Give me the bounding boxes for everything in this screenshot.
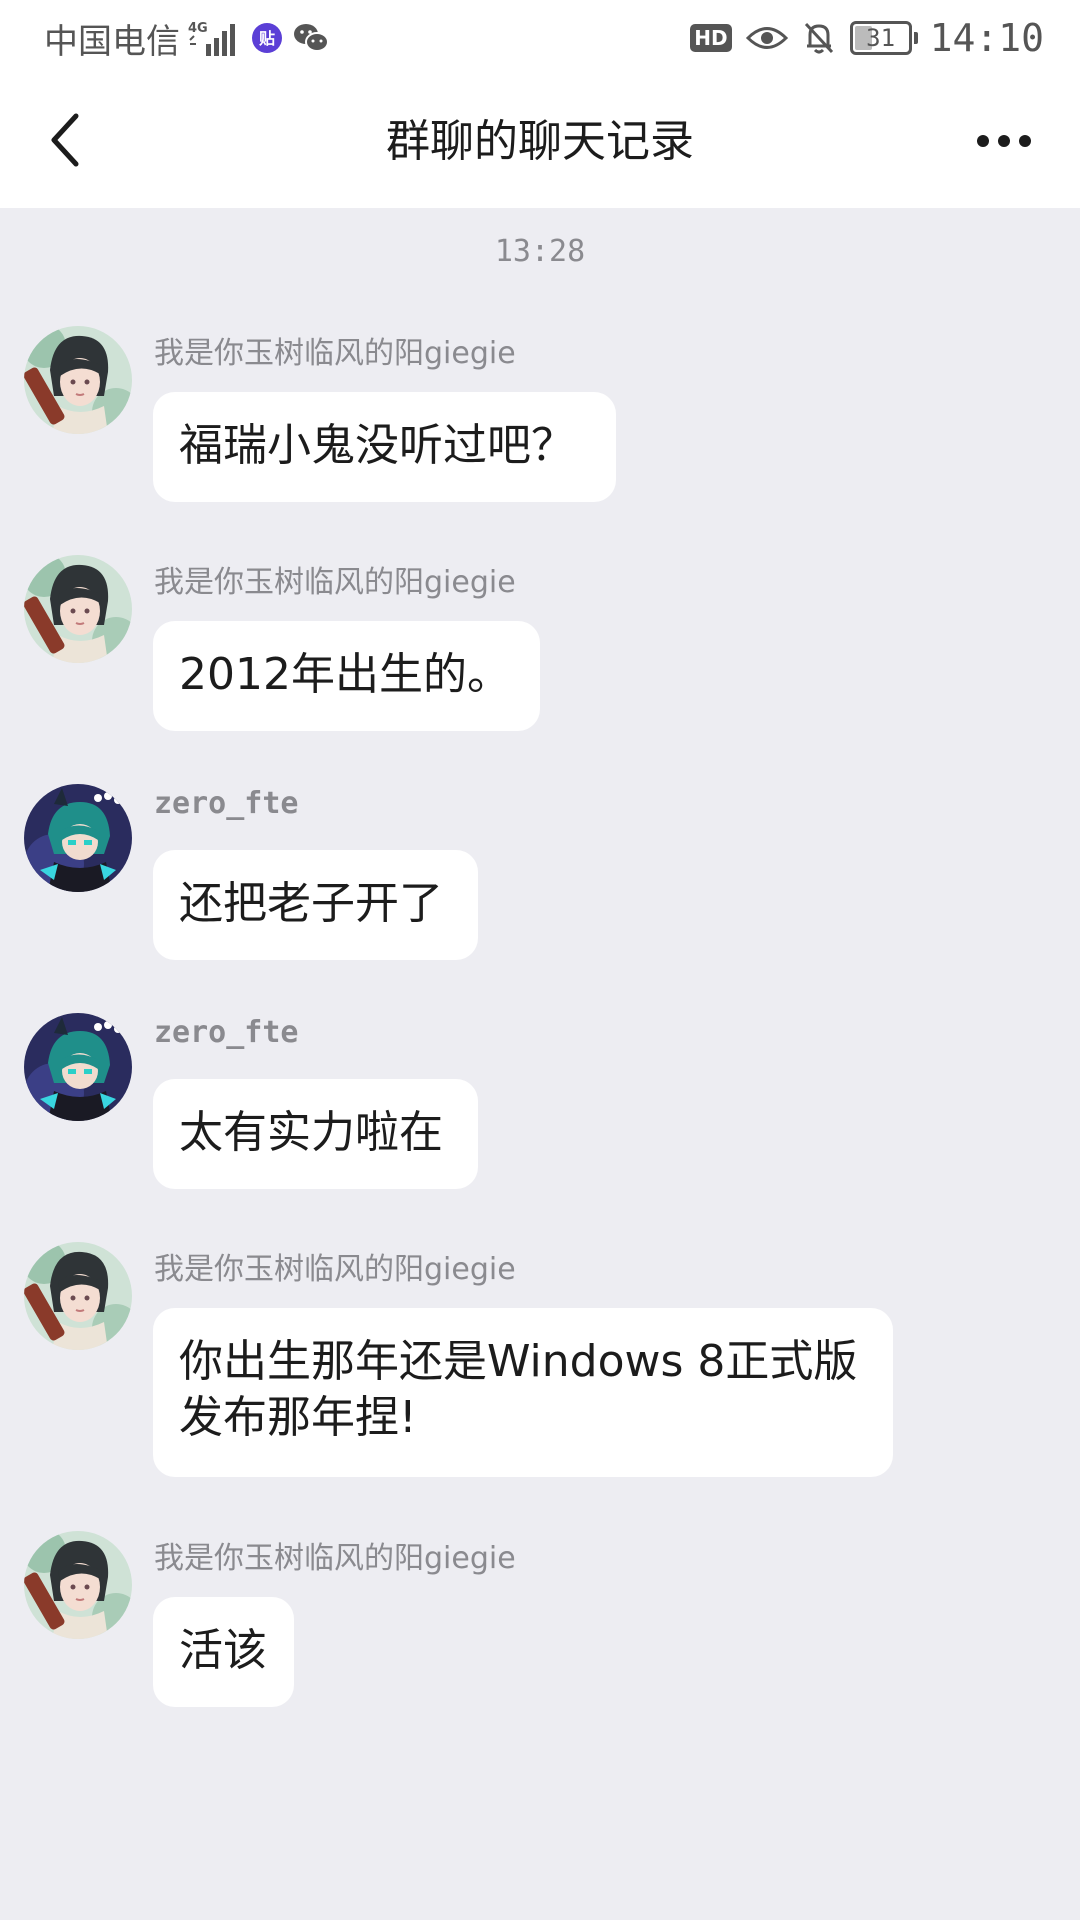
signal-icon: 4G [188, 18, 242, 58]
chat-timestamp: 13:28 [494, 234, 586, 269]
avatar-yang[interactable] [24, 1531, 132, 1639]
back-button[interactable] [30, 106, 102, 178]
status-right: HD 31 14:10 [690, 14, 1044, 62]
carrier-label: 中国电信 [44, 21, 180, 62]
page-title: 群聊的聊天记录 [386, 116, 694, 167]
svg-text:贴: 贴 [259, 29, 275, 48]
message-text: 福瑞小鬼没听过吧？ [179, 420, 575, 471]
mute-bell-icon [802, 20, 836, 56]
avatar-zero[interactable] [24, 1013, 132, 1121]
wechat-icon [292, 21, 330, 55]
svg-text:4G: 4G [188, 21, 208, 36]
message-text: 太有实力啦在 [179, 1107, 443, 1158]
more-dots-icon [976, 133, 1032, 152]
status-left: 中国电信 4G 贴 [44, 14, 330, 62]
status-bar: 中国电信 4G 贴 HD 31 14:10 [0, 0, 1080, 76]
message-text: 2012年出生的。 [179, 649, 511, 700]
message-text: 你出生那年还是Windows 8正式版发布那年捏! [179, 1336, 858, 1443]
avatar-yang[interactable] [24, 555, 132, 663]
sender-name: 我是你玉树临风的阳giegie [154, 336, 516, 371]
hd-icon: HD [690, 24, 732, 52]
eye-icon [745, 23, 788, 53]
avatar-zero[interactable] [24, 784, 132, 892]
message-bubble[interactable]: 你出生那年还是Windows 8正式版发布那年捏! [153, 1308, 893, 1477]
tieba-icon: 贴 [250, 21, 284, 55]
message-bubble[interactable]: 太有实力啦在 [153, 1079, 478, 1189]
battery-icon: 31 [849, 21, 918, 55]
message-text: 还把老子开了 [179, 878, 443, 929]
sender-name: 我是你玉树临风的阳giegie [154, 1541, 516, 1576]
message-bubble[interactable]: 活该 [153, 1597, 294, 1707]
chevron-left-icon [46, 112, 86, 172]
message-bubble[interactable]: 还把老子开了 [153, 850, 478, 960]
more-button[interactable] [964, 112, 1044, 172]
sender-name: 我是你玉树临风的阳giegie [154, 565, 516, 600]
sender-name: 我是你玉树临风的阳giegie [154, 1252, 516, 1287]
message-bubble[interactable]: 福瑞小鬼没听过吧？ [153, 392, 616, 502]
sender-name: zero_fte [154, 786, 299, 821]
battery-level: 31 [866, 24, 896, 52]
status-time: 14:10 [929, 16, 1044, 60]
sender-name: zero_fte [154, 1015, 299, 1050]
avatar-yang[interactable] [24, 326, 132, 434]
nav-bar: 群聊的聊天记录 [0, 76, 1080, 208]
avatar-yang[interactable] [24, 1242, 132, 1350]
message-text: 活该 [179, 1625, 267, 1676]
message-bubble[interactable]: 2012年出生的。 [153, 621, 540, 731]
